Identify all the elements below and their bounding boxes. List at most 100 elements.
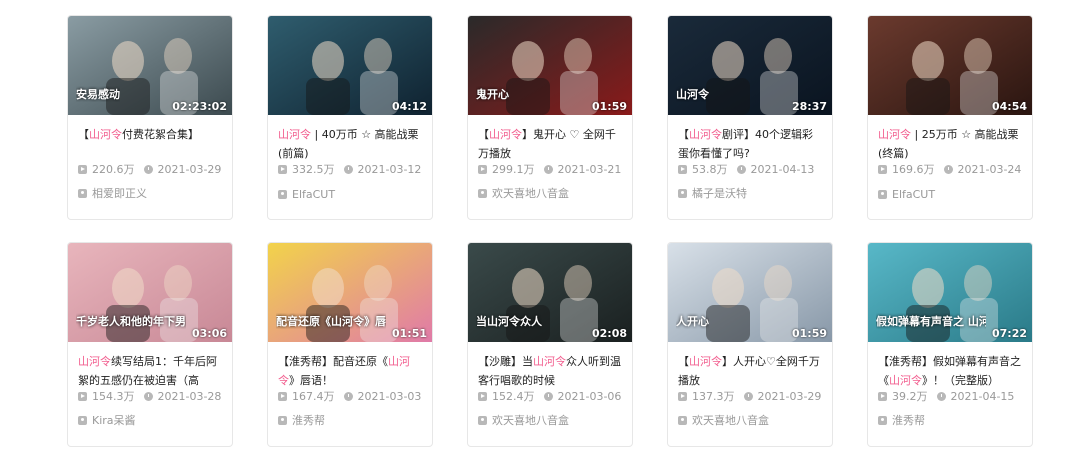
clock-icon xyxy=(343,164,353,174)
uploader-icon xyxy=(878,190,887,199)
video-card[interactable]: 当山河令众人 02:08 【沙雕】当山河令众人听到温客行唱歌的时候 152.4万 202… xyxy=(467,242,633,447)
video-duration: 03:06 xyxy=(191,327,227,340)
video-title[interactable]: 【山河令付费花絮合集】 xyxy=(78,125,223,163)
clock-icon xyxy=(936,391,946,401)
play-count-icon xyxy=(278,164,287,174)
view-count: 332.5万 xyxy=(292,163,335,176)
video-stats: 169.6万 2021-03-24 xyxy=(878,161,1021,177)
video-stats: 220.6万 2021-03-29 xyxy=(78,161,221,177)
video-card[interactable]: 配音还原《山河令》唇语 01:51 【淮秀帮】配音还原《山河令》唇语！ 167.4万 2… xyxy=(267,242,433,447)
video-duration: 04:12 xyxy=(391,100,427,113)
uploader-row[interactable]: 橘子是沃特 xyxy=(678,185,747,201)
title-keyword: 山河令 xyxy=(689,128,722,141)
uploader-row[interactable]: 淮秀帮 xyxy=(878,412,925,428)
uploader-row[interactable]: 淮秀帮 xyxy=(278,412,325,428)
video-card[interactable]: 04:54 山河令 | 25万币 ☆ 高能战栗 (终篇) 169.6万 2021-03… xyxy=(867,15,1033,220)
clock-icon xyxy=(736,164,746,174)
play-count-icon xyxy=(678,164,687,174)
video-duration: 02:23:02 xyxy=(172,100,227,113)
video-duration: 01:59 xyxy=(591,100,627,113)
title-keyword: 山河令 xyxy=(689,355,722,368)
uploader-icon xyxy=(878,415,887,425)
uploader-icon xyxy=(78,415,87,425)
upload-date: 2021-04-13 xyxy=(750,162,815,176)
uploader-icon xyxy=(478,415,487,425)
uploader-row[interactable]: 欢天喜地八音盒 xyxy=(678,412,769,428)
uploader-name[interactable]: ElfaCUT xyxy=(292,188,335,201)
play-count-icon xyxy=(78,391,87,401)
video-card[interactable]: 千岁老人和他的年下男友 03:06 山河令续写结局1：千年后阿絮的五感仍在被迫害（高… xyxy=(67,242,233,447)
uploader-row[interactable]: ElfaCUT xyxy=(278,188,335,201)
video-thumbnail[interactable]: 千岁老人和他的年下男友 03:06 xyxy=(68,243,232,342)
title-keyword: 山河令 xyxy=(533,355,566,368)
clock-icon xyxy=(143,164,153,174)
video-thumbnail[interactable]: 配音还原《山河令》唇语 01:51 xyxy=(268,243,432,342)
play-count-icon xyxy=(878,164,887,174)
uploader-row[interactable]: Kira呆酱 xyxy=(78,412,136,428)
video-card[interactable]: 人开心 01:59 【山河令】人开心♡全网千万播放 137.3万 2021-03-29 欢… xyxy=(667,242,833,447)
thumbnail-caption: 当山河令众人 xyxy=(476,315,542,328)
video-stats: 167.4万 2021-03-03 xyxy=(278,388,421,404)
video-title[interactable]: 山河令续写结局1：千年后阿絮的五感仍在被迫害（高 xyxy=(78,352,223,390)
thumbnail-caption: 山河令 xyxy=(676,88,709,101)
video-thumbnail[interactable]: 04:12 xyxy=(268,16,432,115)
video-thumbnail[interactable]: 假如弹幕有声音之 山河令 07:22 xyxy=(868,243,1032,342)
title-prefix: 【 xyxy=(678,355,689,368)
video-thumbnail[interactable]: 04:54 xyxy=(868,16,1032,115)
view-count: 169.6万 xyxy=(892,163,935,176)
play-count-icon xyxy=(878,391,887,401)
video-title[interactable]: 【淮秀帮】配音还原《山河令》唇语！ xyxy=(278,352,423,390)
video-stats: 152.4万 2021-03-06 xyxy=(478,388,621,404)
upload-date: 2021-03-29 xyxy=(757,389,822,403)
thumbnail-caption: 安易感动 xyxy=(76,88,120,101)
uploader-name[interactable]: 淮秀帮 xyxy=(292,412,325,428)
video-thumbnail[interactable]: 人开心 01:59 xyxy=(668,243,832,342)
video-thumbnail[interactable]: 鬼开心 01:59 xyxy=(468,16,632,115)
video-stats: 332.5万 2021-03-12 xyxy=(278,161,421,177)
uploader-name[interactable]: 淮秀帮 xyxy=(892,412,925,428)
video-stats: 154.3万 2021-03-28 xyxy=(78,388,221,404)
video-title[interactable]: 【淮秀帮】假如弹幕有声音之《山河令》！（完整版） xyxy=(878,352,1023,390)
uploader-row[interactable]: 欢天喜地八音盒 xyxy=(478,185,569,201)
video-card[interactable]: 山河令 28:37 【山河令剧评】40个逻辑彩蛋你看懂了吗? 53.8万 2021-04… xyxy=(667,15,833,220)
video-thumbnail[interactable]: 当山河令众人 02:08 xyxy=(468,243,632,342)
uploader-name[interactable]: 欢天喜地八音盒 xyxy=(492,412,569,428)
video-title[interactable]: 【山河令剧评】40个逻辑彩蛋你看懂了吗? xyxy=(678,125,823,163)
video-title[interactable]: 【山河令】鬼开心 ♡ 全网千万播放 xyxy=(478,125,623,163)
uploader-name[interactable]: 橘子是沃特 xyxy=(692,185,747,201)
video-title[interactable]: 山河令 | 40万币 ☆ 高能战栗 (前篇) xyxy=(278,125,423,163)
view-count: 53.8万 xyxy=(692,163,728,176)
video-duration: 28:37 xyxy=(791,100,827,113)
video-duration: 01:51 xyxy=(391,327,427,340)
uploader-name[interactable]: Kira呆酱 xyxy=(92,412,136,428)
uploader-row[interactable]: 欢天喜地八音盒 xyxy=(478,412,569,428)
uploader-name[interactable]: 欢天喜地八音盒 xyxy=(692,412,769,428)
uploader-name[interactable]: ElfaCUT xyxy=(892,188,935,201)
uploader-name[interactable]: 欢天喜地八音盒 xyxy=(492,185,569,201)
uploader-name[interactable]: 相爱即正义 xyxy=(92,185,147,201)
video-duration: 01:59 xyxy=(791,327,827,340)
play-count-icon xyxy=(478,391,487,401)
video-title[interactable]: 山河令 | 25万币 ☆ 高能战栗 (终篇) xyxy=(878,125,1023,163)
uploader-row[interactable]: 相爱即正义 xyxy=(78,185,147,201)
title-keyword: 山河令 xyxy=(889,374,922,387)
title-keyword: 山河令 xyxy=(878,128,911,141)
uploader-icon xyxy=(678,415,687,425)
view-count: 220.6万 xyxy=(92,163,135,176)
video-card[interactable]: 安易感动 02:23:02 【山河令付费花絮合集】 220.6万 2021-03-29 相… xyxy=(67,15,233,220)
title-prefix: 【 xyxy=(678,128,689,141)
video-card[interactable]: 假如弹幕有声音之 山河令 07:22 【淮秀帮】假如弹幕有声音之《山河令》！（完整版… xyxy=(867,242,1033,447)
video-thumbnail[interactable]: 山河令 28:37 xyxy=(668,16,832,115)
play-count-icon xyxy=(678,391,687,401)
upload-date: 2021-03-24 xyxy=(957,162,1022,176)
video-thumbnail[interactable]: 安易感动 02:23:02 xyxy=(68,16,232,115)
video-grid: 安易感动 02:23:02 【山河令付费花絮合集】 220.6万 2021-03-29 相… xyxy=(0,0,1080,459)
video-card[interactable]: 鬼开心 01:59 【山河令】鬼开心 ♡ 全网千万播放 299.1万 2021-03-2… xyxy=(467,15,633,220)
thumbnail-caption: 鬼开心 xyxy=(476,88,509,101)
uploader-row[interactable]: ElfaCUT xyxy=(878,188,935,201)
title-prefix: 【沙雕】当 xyxy=(478,355,533,368)
video-title[interactable]: 【山河令】人开心♡全网千万播放 xyxy=(678,352,823,390)
video-title[interactable]: 【沙雕】当山河令众人听到温客行唱歌的时候 xyxy=(478,352,623,390)
uploader-icon xyxy=(678,188,687,198)
video-card[interactable]: 04:12 山河令 | 40万币 ☆ 高能战栗 (前篇) 332.5万 2021-03… xyxy=(267,15,433,220)
